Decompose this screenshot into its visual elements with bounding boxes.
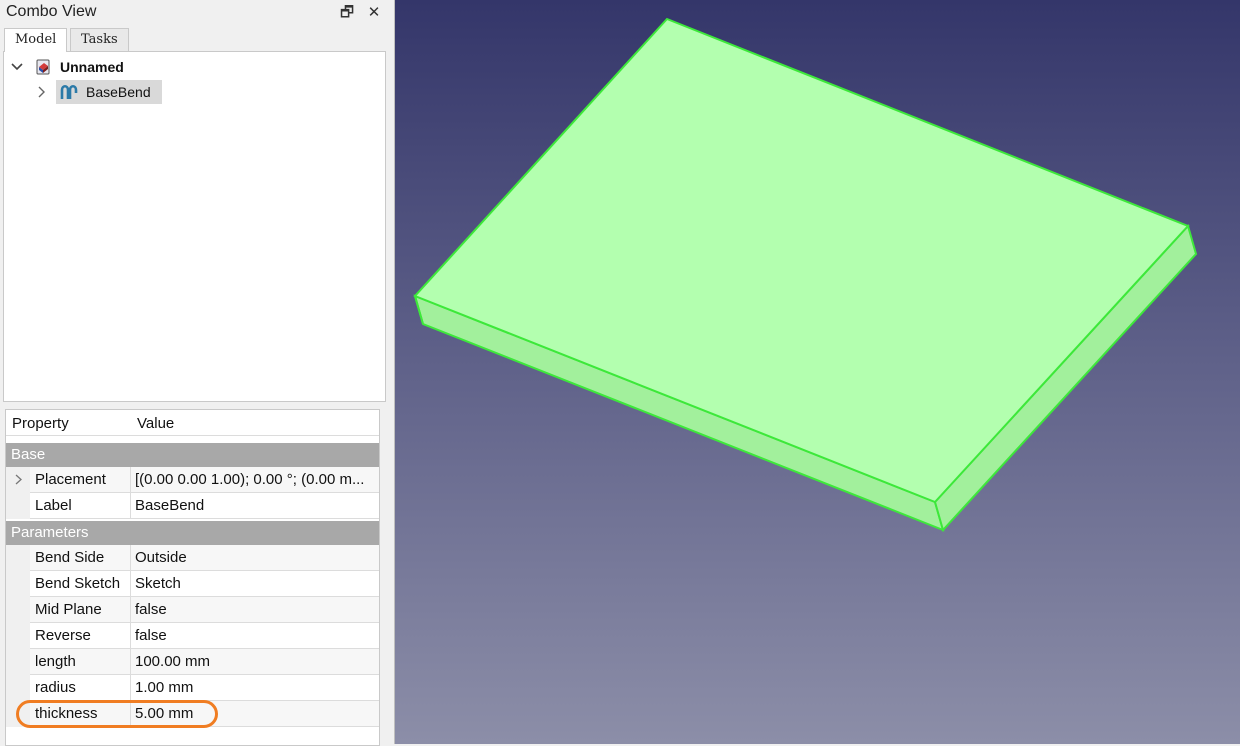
tree-item-unnamed[interactable]: Unnamed [4, 55, 383, 79]
combo-tabs: Model Tasks [4, 28, 384, 52]
property-name: Placement [35, 471, 106, 488]
column-separator [130, 649, 131, 675]
tab-model[interactable]: Model [4, 28, 68, 52]
property-group-parameters[interactable]: Parameters [6, 521, 379, 545]
property-row-mid-plane[interactable]: Mid Plane false [6, 597, 379, 623]
property-name: Reverse [35, 627, 91, 644]
tree-item-label: BaseBend [86, 84, 151, 100]
property-row-bend-side[interactable]: Bend Side Outside [6, 545, 379, 571]
property-row-bend-sketch[interactable]: Bend Sketch Sketch [6, 571, 379, 597]
row-indent [6, 675, 30, 701]
property-row-length[interactable]: length 100.00 mm [6, 649, 379, 675]
column-separator [130, 493, 131, 519]
property-name: length [35, 653, 76, 670]
column-separator [130, 467, 131, 493]
property-value[interactable]: BaseBend [135, 493, 375, 518]
property-name: radius [35, 679, 76, 696]
solid-top-face[interactable] [413, 17, 1190, 504]
property-value[interactable]: Outside [135, 545, 375, 570]
property-row-reverse[interactable]: Reverse false [6, 623, 379, 649]
property-column-header: Property [12, 415, 69, 432]
row-indent [6, 649, 30, 675]
close-icon[interactable]: ✕ [365, 3, 383, 21]
restore-icon[interactable]: 🗗 [338, 3, 356, 21]
property-name: Label [35, 497, 72, 514]
sheet-metal-solid[interactable] [395, 0, 1240, 744]
property-editor: Property Value Base Placement [(0.00 0.0… [5, 409, 380, 746]
row-indent [6, 701, 30, 727]
column-separator [130, 545, 131, 571]
property-row-label[interactable]: Label BaseBend [6, 493, 379, 519]
property-row-thickness[interactable]: thickness 5.00 mm [6, 701, 379, 727]
tree-item-label: Unnamed [60, 59, 124, 75]
group-label: Parameters [11, 524, 89, 541]
tab-tasks[interactable]: Tasks [70, 28, 129, 51]
property-value[interactable]: [(0.00 0.00 1.00); 0.00 °; (0.00 m... [135, 467, 375, 492]
property-row-radius[interactable]: radius 1.00 mm [6, 675, 379, 701]
value-column-header: Value [137, 415, 175, 432]
property-value[interactable]: 1.00 mm [135, 675, 375, 700]
column-separator [130, 623, 131, 649]
property-row-placement[interactable]: Placement [(0.00 0.00 1.00); 0.00 °; (0.… [6, 467, 379, 493]
group-label: Base [11, 446, 46, 463]
property-name: thickness [35, 705, 98, 722]
column-separator [130, 701, 131, 727]
row-indent [6, 571, 30, 597]
property-name: Bend Side [35, 549, 105, 566]
column-separator [130, 571, 131, 597]
row-indent [6, 597, 30, 623]
property-header-row: Property Value [6, 410, 379, 436]
property-value[interactable]: false [135, 597, 375, 622]
property-value[interactable]: 100.00 mm [135, 649, 375, 674]
property-value[interactable]: false [135, 623, 375, 648]
property-name: Bend Sketch [35, 575, 121, 592]
column-separator [130, 675, 131, 701]
model-tree: Unnamed BaseBend [3, 51, 386, 402]
property-value[interactable]: 5.00 mm [135, 701, 375, 726]
property-group-base[interactable]: Base [6, 443, 379, 467]
property-value[interactable]: Sketch [135, 571, 375, 596]
row-indent [6, 493, 30, 519]
combo-view-title: Combo View [6, 3, 97, 20]
chevron-right-icon[interactable] [34, 80, 48, 112]
row-indent [6, 623, 30, 649]
combo-view-titlebar: Combo View 🗗 ✕ [0, 0, 394, 26]
sheetmetal-bend-icon [60, 83, 78, 101]
combo-view-panel: Combo View 🗗 ✕ Model Tasks Unnamed BaseB… [0, 0, 395, 746]
3d-viewport[interactable] [395, 0, 1240, 744]
column-separator [130, 597, 131, 623]
document-icon [34, 58, 52, 76]
tree-item-basebend[interactable]: BaseBend [4, 80, 383, 104]
row-indent [6, 545, 30, 571]
property-name: Mid Plane [35, 601, 102, 618]
